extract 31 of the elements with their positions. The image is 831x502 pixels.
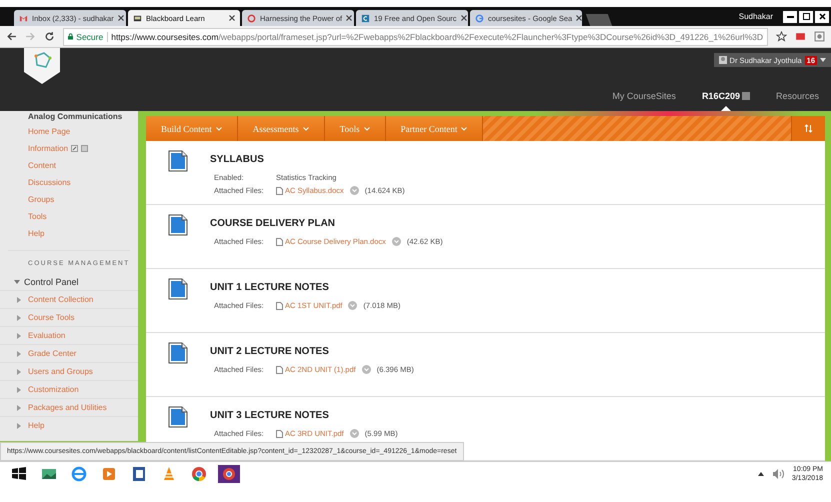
item-title[interactable]: UNIT 1 LECTURE NOTES	[210, 282, 400, 293]
item-title[interactable]: UNIT 2 LECTURE NOTES	[210, 346, 414, 357]
control-panel-link[interactable]: Customization	[28, 385, 79, 394]
course-menu-link[interactable]: Discussions	[28, 178, 71, 187]
course-menu-link[interactable]: Home Page	[28, 127, 70, 136]
course-menu-link[interactable]: Help	[28, 229, 44, 238]
control-panel-link[interactable]: Evaluation	[28, 331, 66, 340]
item-title[interactable]: COURSE DELIVERY PLAN	[210, 218, 443, 229]
course-menu-link[interactable]: Content	[28, 161, 56, 170]
control-panel-link[interactable]: Packages and Utilities	[28, 403, 107, 412]
control-panel-link[interactable]: Users and Groups	[28, 367, 93, 376]
course-title: Analog Communications	[27, 111, 124, 123]
menu-button[interactable]: Assessments	[238, 116, 325, 141]
nav-tab[interactable]: R16C209	[702, 91, 750, 101]
item-title[interactable]: UNIT 3 LECTURE NOTES	[210, 410, 398, 421]
address-bar[interactable]: Secure https://www.coursesites.com/webapps/portal/frameset.jsp?url=%2Fwebapps%2Fblackboard%2Fexecute%2Flauncher%3Ftype%3DCourse%26id%3D_491226_1%26url%3D	[63, 28, 768, 46]
menu-button[interactable]: Partner Content	[386, 116, 484, 141]
control-panel-heading[interactable]: Control Panel	[24, 277, 79, 287]
control-panel-link[interactable]: Help	[28, 421, 44, 430]
menu-button[interactable]: Tools	[324, 116, 386, 141]
nav-tab[interactable]: Resources	[776, 91, 819, 101]
control-panel-link[interactable]: Grade Center	[28, 349, 76, 358]
course-menu-link[interactable]: Tools	[28, 212, 47, 221]
course-menu-link[interactable]: Information	[28, 144, 68, 153]
profile-name[interactable]: Sudhakar	[738, 12, 773, 21]
course-menu-link[interactable]: Groups	[28, 195, 54, 204]
menu-button[interactable]: Build Content	[146, 116, 238, 141]
control-panel-link[interactable]: Course Tools	[28, 313, 75, 322]
nav-tab[interactable]: My CourseSites	[612, 91, 676, 101]
control-panel-link[interactable]: Content Collection	[28, 295, 94, 304]
item-title[interactable]: SYLLABUS	[210, 154, 405, 165]
